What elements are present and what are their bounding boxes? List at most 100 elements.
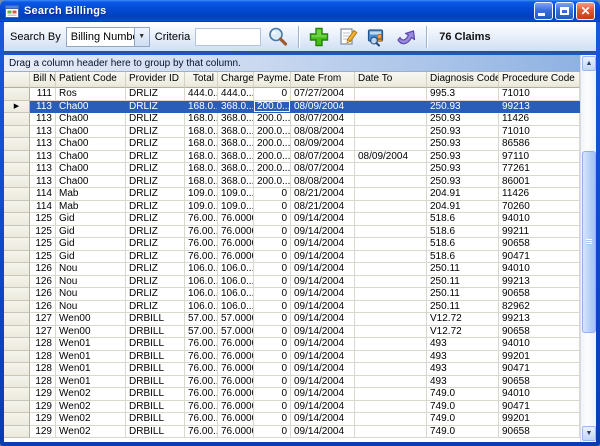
cell-date_from[interactable]: 09/14/2004	[291, 363, 355, 376]
table-row[interactable]: 111RosDRLIZ444.0...444.0...007/27/200499…	[4, 88, 580, 101]
cell-charges[interactable]: 368.0...	[218, 138, 254, 151]
cell-provider_id[interactable]: DRBILL	[126, 413, 185, 426]
cell-provider_id[interactable]: DRBILL	[126, 326, 185, 339]
cell-provider_id[interactable]: DRLIZ	[126, 251, 185, 264]
cell-patient_code[interactable]: Wen01	[56, 376, 126, 389]
cell-diagnosis_code[interactable]: 250.93	[427, 126, 499, 139]
column-header-diagnosis_code[interactable]: Diagnosis Code	[427, 72, 499, 88]
row-indicator[interactable]	[4, 188, 30, 201]
cell-provider_id[interactable]: DRLIZ	[126, 163, 185, 176]
cell-total[interactable]: 444.0...	[185, 88, 218, 101]
cell-date_to[interactable]	[355, 276, 427, 289]
cell-bill_no[interactable]: 125	[30, 251, 56, 264]
cell-patient_code[interactable]: Cha00	[56, 101, 126, 114]
row-indicator[interactable]	[4, 363, 30, 376]
cell-charges[interactable]: 368.0...	[218, 176, 254, 189]
cell-provider_id[interactable]: DRLIZ	[126, 276, 185, 289]
cell-total[interactable]: 57.00...	[185, 313, 218, 326]
cell-total[interactable]: 76.00...	[185, 376, 218, 389]
cell-procedure_code[interactable]: 99201	[499, 413, 580, 426]
cell-charges[interactable]: 76.0000	[218, 238, 254, 251]
cell-charges[interactable]: 76.0000	[218, 363, 254, 376]
cell-provider_id[interactable]: DRLIZ	[126, 263, 185, 276]
cell-charges[interactable]: 57.0000	[218, 326, 254, 339]
cell-date_to[interactable]	[355, 176, 427, 189]
cell-patient_code[interactable]: Ros	[56, 88, 126, 101]
cell-patient_code[interactable]: Wen02	[56, 401, 126, 414]
cell-patient_code[interactable]: Wen01	[56, 351, 126, 364]
cell-total[interactable]: 57.00...	[185, 326, 218, 339]
cell-bill_no[interactable]: 111	[30, 88, 56, 101]
cell-procedure_code[interactable]: 70260	[499, 201, 580, 214]
cell-payments[interactable]: 0	[254, 201, 291, 214]
cell-bill_no[interactable]: 129	[30, 413, 56, 426]
cell-provider_id[interactable]: DRLIZ	[126, 238, 185, 251]
cell-bill_no[interactable]: 113	[30, 126, 56, 139]
cell-diagnosis_code[interactable]: 250.93	[427, 138, 499, 151]
cell-patient_code[interactable]: Cha00	[56, 163, 126, 176]
cell-provider_id[interactable]: DRLIZ	[126, 151, 185, 164]
row-indicator[interactable]	[4, 213, 30, 226]
table-row[interactable]: ▶113Cha00DRLIZ168.0...368.0...200.0...08…	[4, 101, 580, 114]
cell-charges[interactable]: 76.0000	[218, 226, 254, 239]
cell-patient_code[interactable]: Nou	[56, 301, 126, 314]
cell-date_to[interactable]	[355, 351, 427, 364]
row-indicator[interactable]	[4, 138, 30, 151]
cell-total[interactable]: 76.00...	[185, 363, 218, 376]
cell-diagnosis_code[interactable]: 250.93	[427, 101, 499, 114]
cell-payments[interactable]: 0	[254, 238, 291, 251]
criteria-input[interactable]	[195, 28, 261, 46]
cell-diagnosis_code[interactable]: 493	[427, 376, 499, 389]
row-indicator[interactable]	[4, 176, 30, 189]
table-row[interactable]: 125GidDRLIZ76.00...76.0000009/14/2004518…	[4, 251, 580, 264]
cell-bill_no[interactable]: 128	[30, 338, 56, 351]
cell-charges[interactable]: 444.0...	[218, 88, 254, 101]
cell-patient_code[interactable]: Mab	[56, 188, 126, 201]
row-indicator[interactable]	[4, 163, 30, 176]
row-indicator[interactable]	[4, 201, 30, 214]
cell-charges[interactable]: 368.0...	[218, 151, 254, 164]
cell-patient_code[interactable]: Wen02	[56, 388, 126, 401]
cell-date_from[interactable]: 09/14/2004	[291, 351, 355, 364]
cell-total[interactable]: 106.0...	[185, 263, 218, 276]
row-indicator[interactable]	[4, 413, 30, 426]
row-indicator[interactable]	[4, 251, 30, 264]
cell-bill_no[interactable]: 113	[30, 151, 56, 164]
cell-date_to[interactable]	[355, 101, 427, 114]
cell-total[interactable]: 76.00...	[185, 226, 218, 239]
cell-date_from[interactable]: 09/14/2004	[291, 326, 355, 339]
cell-provider_id[interactable]: DRLIZ	[126, 301, 185, 314]
cell-total[interactable]: 76.00...	[185, 338, 218, 351]
cell-payments[interactable]: 0	[254, 326, 291, 339]
cell-procedure_code[interactable]: 94010	[499, 338, 580, 351]
cell-charges[interactable]: 76.0000	[218, 376, 254, 389]
cell-procedure_code[interactable]: 11426	[499, 113, 580, 126]
cell-patient_code[interactable]: Cha00	[56, 126, 126, 139]
cell-bill_no[interactable]: 125	[30, 226, 56, 239]
cell-total[interactable]: 106.0...	[185, 276, 218, 289]
cell-total[interactable]: 76.00...	[185, 251, 218, 264]
table-row[interactable]: 126NouDRLIZ106.0...106.0...009/14/200425…	[4, 301, 580, 314]
minimize-button[interactable]	[534, 2, 553, 20]
cell-procedure_code[interactable]: 90658	[499, 238, 580, 251]
cell-date_to[interactable]	[355, 201, 427, 214]
table-row[interactable]: 126NouDRLIZ106.0...106.0...009/14/200425…	[4, 276, 580, 289]
row-indicator[interactable]	[4, 326, 30, 339]
cell-date_to[interactable]	[355, 188, 427, 201]
cell-bill_no[interactable]: 114	[30, 201, 56, 214]
cell-provider_id[interactable]: DRLIZ	[126, 176, 185, 189]
cell-procedure_code[interactable]: 90471	[499, 401, 580, 414]
cell-bill_no[interactable]: 126	[30, 288, 56, 301]
table-row[interactable]: 113Cha00DRLIZ168.0...368.0...200.0...08/…	[4, 163, 580, 176]
cell-date_from[interactable]: 09/14/2004	[291, 401, 355, 414]
cell-procedure_code[interactable]: 90471	[499, 251, 580, 264]
scroll-down-icon[interactable]: ▼	[582, 426, 596, 441]
cell-date_from[interactable]: 09/14/2004	[291, 288, 355, 301]
cell-bill_no[interactable]: 128	[30, 363, 56, 376]
row-indicator[interactable]	[4, 313, 30, 326]
title-bar[interactable]: Search Billings ✕	[0, 0, 600, 22]
cell-diagnosis_code[interactable]: V12.72	[427, 326, 499, 339]
cell-total[interactable]: 168.0...	[185, 113, 218, 126]
cell-charges[interactable]: 76.0000	[218, 251, 254, 264]
cell-charges[interactable]: 76.0000	[218, 213, 254, 226]
